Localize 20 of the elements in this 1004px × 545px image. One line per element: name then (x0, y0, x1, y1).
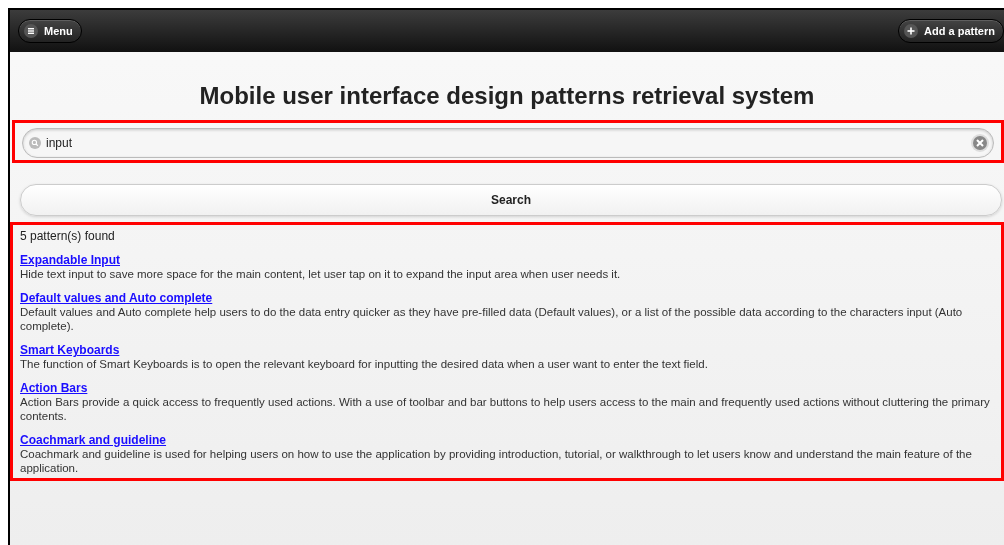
menu-icon (24, 24, 38, 38)
search-field[interactable]: input (22, 128, 994, 158)
result-count: 5 pattern(s) found (20, 229, 116, 243)
pattern-link[interactable]: Action Bars (20, 381, 88, 395)
pattern-description: Coachmark and guideline is used for helping users on how to use the application by providing introduction, tutorial, or walkthrough to let users know and understand the main feature of the application. (20, 447, 973, 475)
search-button[interactable]: Search (20, 184, 1002, 216)
clear-icon[interactable] (971, 134, 989, 152)
pattern-link[interactable]: Smart Keyboards (20, 343, 120, 357)
pattern-link[interactable]: Default values and Auto complete (20, 291, 213, 305)
pattern-description: Action Bars provide a quick access to frequently used actions. With a use of toolbar and bar buttons to help users access to the main and frequently used actions without cluttering the primary contents. (20, 395, 991, 423)
pattern-description: The function of Smart Keyboards is to open the relevant keyboard for inputting the desired data when a user want to enter the text field. (20, 357, 709, 371)
pattern-description: Default values and Auto complete help users to do the data entry quicker as they have pre-filled data (Default values), or a list of the possible data according to the characters input (Auto complete). (20, 305, 964, 333)
pattern-link[interactable]: Expandable Input (20, 253, 120, 267)
page-title: Mobile user interface design patterns retrieval system (198, 82, 816, 110)
pattern-link[interactable]: Coachmark and guideline (20, 433, 167, 447)
menu-button[interactable]: Menu (18, 19, 82, 43)
pattern-description: Hide text input to save more space for the main content, let user tap on it to expand the input area when user needs it. (20, 267, 622, 281)
plus-icon (904, 24, 919, 38)
add-pattern-button[interactable]: Add a pattern (898, 19, 1004, 43)
search-icon (29, 137, 41, 149)
